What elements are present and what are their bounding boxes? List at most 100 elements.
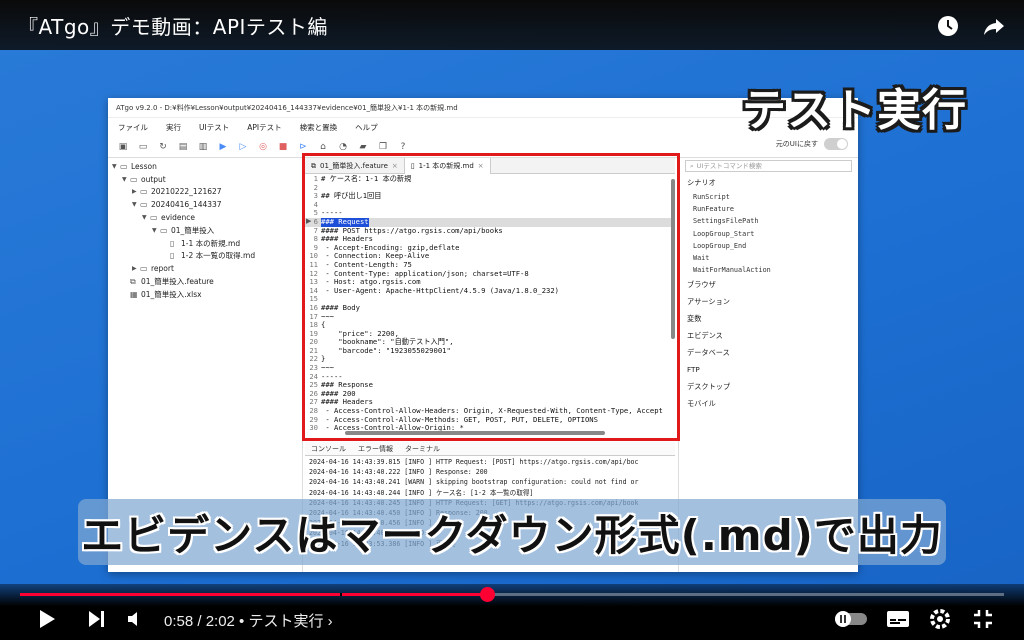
folder-icon: ▭	[140, 264, 148, 274]
tree-item-label: 01_簡単投入	[171, 225, 215, 235]
progress-played	[20, 593, 488, 596]
subtitles-icon[interactable]	[886, 609, 910, 629]
chevron-down-icon[interactable]: ▼	[142, 214, 150, 221]
command-search-input[interactable]: ⌕ UIテストコマンド検索	[685, 160, 852, 172]
run-step-icon[interactable]: ▷	[238, 142, 248, 152]
record-icon[interactable]: ◎	[258, 142, 268, 152]
chevron-right-icon[interactable]: ▶	[132, 265, 140, 272]
menu-ui-test[interactable]: UIテスト	[199, 122, 229, 133]
tree-item-label: evidence	[161, 213, 196, 223]
progress-bar[interactable]	[20, 587, 1004, 602]
command-category[interactable]: シナリオ	[679, 174, 858, 191]
video-frame: 『ATgo』デモ動画：APIテスト編 ATgo v9.2.0 - D:¥料作¥L…	[0, 0, 1024, 640]
share-icon[interactable]	[982, 14, 1006, 38]
feature-file-icon: ⧉	[130, 276, 136, 286]
menu-run[interactable]: 実行	[166, 122, 181, 133]
inspect-icon[interactable]: ◔	[338, 142, 348, 152]
save-all-icon[interactable]: ▥	[198, 142, 208, 152]
command-category[interactable]: 変数	[679, 310, 858, 327]
run-icon[interactable]: ▶	[218, 142, 228, 152]
folder-icon: ▭	[130, 174, 138, 184]
stop-icon[interactable]: ■	[278, 142, 288, 152]
settings-icon[interactable]	[928, 607, 952, 631]
tree-item[interactable]: ▶ ▭ 20210222_121627	[108, 186, 302, 199]
chevron-right-icon[interactable]: ▶	[132, 188, 140, 195]
chevron-down-icon[interactable]: ▼	[122, 176, 130, 183]
tree-item[interactable]: ▦ 01_簡単投入.xlsx	[108, 288, 302, 301]
ui-toggle-label: 元のUIに戻す	[775, 140, 818, 148]
scrubber-handle[interactable]	[480, 587, 496, 602]
caption-text: エビデンスはマークダウン形式(.md)で出力	[81, 510, 943, 560]
folder-icon: ▭	[150, 213, 158, 223]
run-from-icon[interactable]: ⊳	[298, 142, 308, 152]
console-line: 2024-04-16 14:43:40.241 [WARN ] skipping…	[309, 478, 639, 487]
file-icon: ▯	[170, 251, 175, 261]
command-category[interactable]: FTP	[679, 361, 858, 378]
chevron-down-icon[interactable]: ▼	[132, 201, 140, 208]
tree-item[interactable]: ▶ ▭ report	[108, 262, 302, 275]
tree-item[interactable]: ▼ ▭ Lesson	[108, 160, 302, 173]
command-item[interactable]: WaitForManualAction	[679, 264, 858, 276]
save-icon[interactable]: ▤	[178, 142, 188, 152]
exit-fullscreen-icon[interactable]	[972, 608, 994, 630]
menu-help[interactable]: ヘルプ	[355, 122, 378, 133]
tree-item[interactable]: ▼ ▭ evidence	[108, 211, 302, 224]
tree-item-label: 1-2 本一覧の取得.md	[181, 251, 256, 261]
menu-api-test[interactable]: APIテスト	[247, 122, 281, 133]
command-category[interactable]: エビデンス	[679, 327, 858, 344]
chevron-down-icon[interactable]: ▼	[112, 163, 120, 170]
tree-item-label: 20240416_144337	[151, 200, 222, 210]
new-folder-icon[interactable]: ▣	[118, 142, 128, 152]
tree-item[interactable]: ⧉ 01_簡単投入.feature	[108, 275, 302, 288]
command-category[interactable]: アサーション	[679, 293, 858, 310]
command-item[interactable]: RunFeature	[679, 203, 858, 215]
video-caption: エビデンスはマークダウン形式(.md)で出力	[78, 499, 946, 565]
console-tabs: コンソール エラー情報 ターミナル	[305, 442, 675, 456]
folder-icon: ▭	[140, 200, 148, 210]
command-category[interactable]: データベース	[679, 344, 858, 361]
command-item[interactable]: LoopGroup_End	[679, 240, 858, 252]
console-line: 2024-04-16 14:43:40.222 [INFO ] Response…	[309, 468, 488, 477]
console-line: 2024-04-16 14:43:39.815 [INFO ] HTTP Req…	[309, 458, 639, 466]
command-item[interactable]: LoopGroup_Start	[679, 228, 858, 240]
tab-console[interactable]: コンソール	[311, 444, 346, 454]
watch-later-icon[interactable]	[936, 14, 960, 38]
command-category[interactable]: ブラウザ	[679, 276, 858, 293]
autoplay-toggle-icon[interactable]	[834, 610, 868, 628]
tree-item-label: 01_簡単投入.feature	[141, 277, 214, 287]
menu-file[interactable]: ファイル	[118, 122, 148, 133]
open-folder-icon[interactable]: ▭	[138, 142, 148, 152]
overlay-title: テスト実行	[742, 85, 967, 136]
tab-error-info[interactable]: エラー情報	[358, 444, 393, 454]
console-line: 2024-04-16 14:43:40.244 [INFO ] ケース名: [1…	[309, 488, 534, 497]
tree-item[interactable]: ▯ 1-1 本の新規.md	[108, 237, 302, 250]
import-icon[interactable]: ⌂	[318, 142, 328, 152]
volume-icon[interactable]	[126, 609, 146, 629]
next-icon[interactable]	[86, 608, 106, 630]
help-icon[interactable]: ?	[398, 142, 408, 152]
tree-item-label: 01_簡単投入.xlsx	[141, 289, 202, 299]
play-icon[interactable]	[36, 608, 58, 630]
video-title[interactable]: 『ATgo』デモ動画：APIテスト編	[18, 11, 328, 40]
command-item[interactable]: Wait	[679, 252, 858, 264]
camera-icon[interactable]: ▰	[358, 142, 368, 152]
tree-item[interactable]: ▯ 1-2 本一覧の取得.md	[108, 250, 302, 263]
tree-item-label: 1-1 本の新規.md	[181, 238, 241, 248]
chevron-down-icon[interactable]: ▼	[152, 227, 160, 234]
command-category[interactable]: モバイル	[679, 395, 858, 412]
command-item[interactable]: RunScript	[679, 191, 858, 203]
folder-icon: ▭	[120, 161, 128, 171]
ui-toggle-area: 元のUIに戻す	[776, 138, 848, 150]
tab-terminal[interactable]: ターミナル	[405, 444, 440, 454]
tree-item[interactable]: ▼ ▭ 20240416_144337	[108, 198, 302, 211]
tree-item[interactable]: ▼ ▭ 01_簡単投入	[108, 224, 302, 237]
tree-item[interactable]: ▼ ▭ output	[108, 173, 302, 186]
command-category[interactable]: デスクトップ	[679, 378, 858, 395]
command-item[interactable]: SettingsFilePath	[679, 215, 858, 227]
player-controls: 0:58 / 2:02 • テスト実行 ›	[0, 584, 1024, 640]
ui-toggle-switch[interactable]	[824, 138, 848, 150]
menu-search-replace[interactable]: 検索と置換	[300, 122, 338, 133]
copy-icon[interactable]: ❐	[378, 142, 388, 152]
time-display[interactable]: 0:58 / 2:02 • テスト実行 ›	[164, 610, 333, 631]
refresh-icon[interactable]: ↻	[158, 142, 168, 152]
